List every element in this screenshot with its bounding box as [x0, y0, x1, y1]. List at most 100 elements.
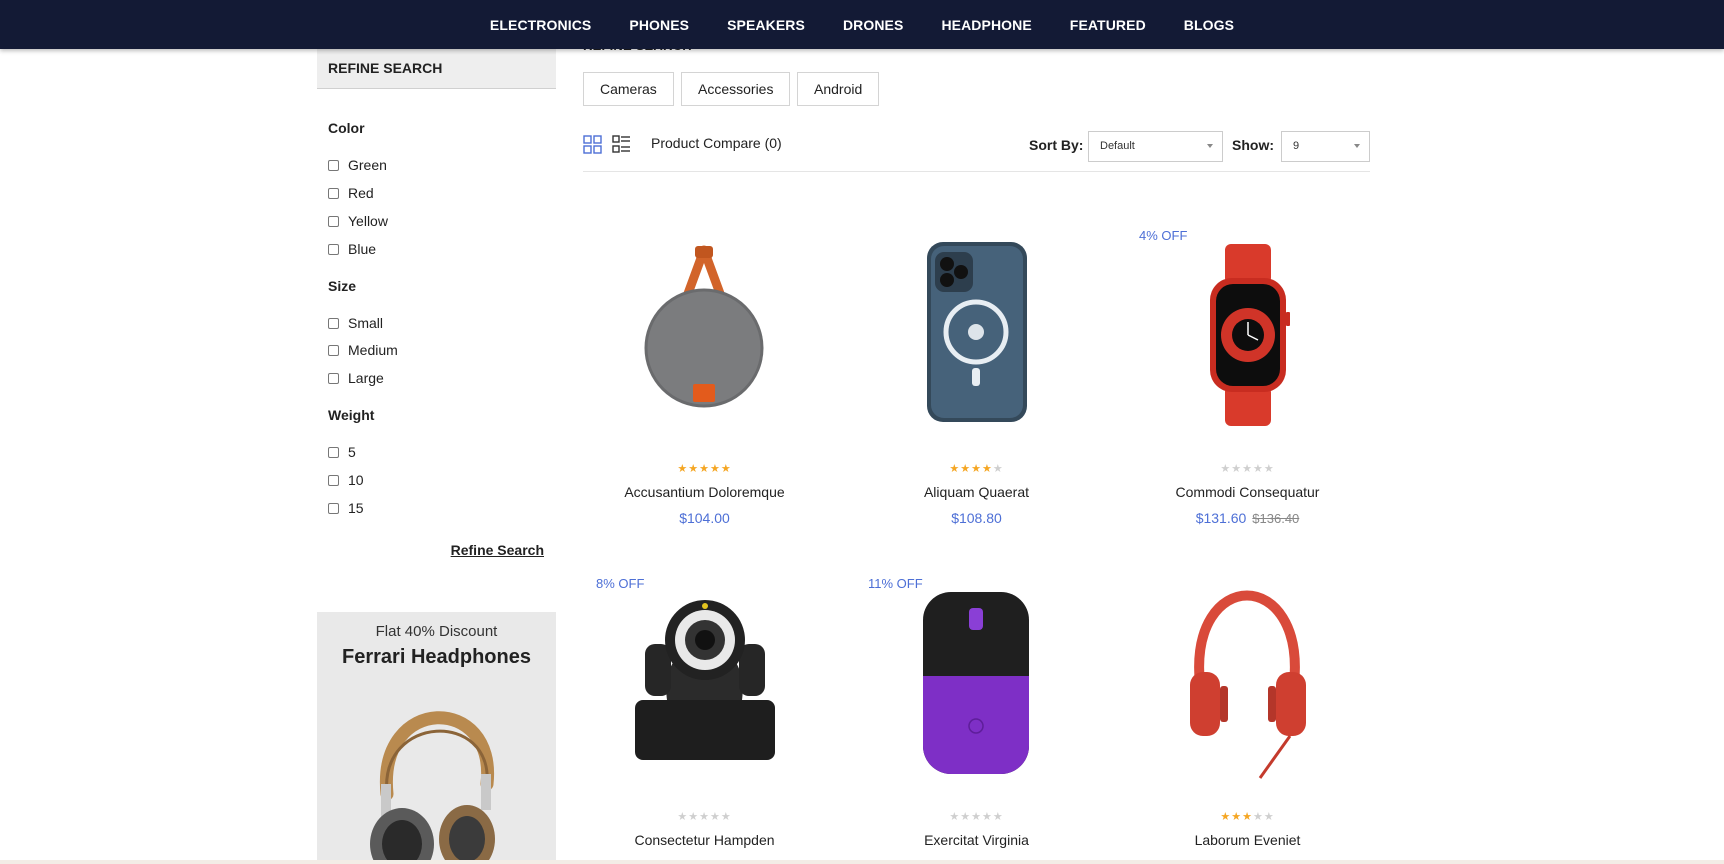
star-icon: ★ [981, 811, 993, 823]
watch-icon [1210, 244, 1290, 426]
product-card[interactable]: ★★★★★ Laborum Eveniet [1130, 566, 1365, 856]
checkbox[interactable] [328, 159, 339, 171]
list-view-icon[interactable] [612, 135, 631, 154]
nav-electronics[interactable]: ELECTRONICS [490, 17, 591, 33]
star-icon: ★ [1263, 811, 1275, 823]
filter-title-size: Size [328, 278, 357, 294]
product-price: $104.00 [587, 510, 822, 526]
product-image[interactable] [1130, 566, 1365, 801]
star-icon: ★ [699, 463, 710, 475]
category-cameras[interactable]: Cameras [583, 72, 674, 106]
mouse-icon [923, 592, 1029, 774]
product-name[interactable]: Commodi Consequatur [1130, 484, 1365, 500]
product-image[interactable] [587, 566, 822, 801]
sort-label: Sort By: [1029, 137, 1084, 153]
product-rating: ★★★★★ [1130, 462, 1365, 475]
filter-size-medium[interactable]: Medium [328, 342, 398, 358]
filter-size-large[interactable]: Large [328, 370, 384, 386]
filter-label: Small [348, 315, 384, 331]
chevron-down-icon [1354, 144, 1360, 148]
star-icon: ★ [949, 811, 961, 823]
star-icon: ★ [699, 811, 710, 823]
sort-select[interactable]: Default [1088, 131, 1223, 162]
checkbox[interactable] [328, 187, 339, 199]
show-select[interactable]: 9 [1281, 131, 1370, 162]
checkbox[interactable] [328, 317, 339, 329]
star-icon: ★ [677, 811, 689, 823]
star-icon: ★ [992, 463, 1004, 475]
star-icon: ★ [1231, 811, 1243, 823]
product-price: $131.60 $136.40 [1130, 510, 1365, 526]
discount-badge: 4% OFF [1139, 228, 1188, 243]
filter-size-small[interactable]: Small [328, 315, 383, 331]
star-icon: ★ [1220, 463, 1232, 475]
nav-featured[interactable]: FEATURED [1070, 17, 1146, 33]
checkbox[interactable] [328, 502, 339, 514]
filter-label: 15 [348, 500, 364, 516]
filter-weight-15[interactable]: 15 [328, 500, 364, 516]
filter-color-yellow[interactable]: Yellow [328, 213, 388, 229]
product-name[interactable]: Laborum Eveniet [1130, 832, 1365, 848]
filter-label: Medium [348, 342, 398, 358]
product-compare-link[interactable]: Product Compare (0) [651, 135, 782, 151]
nav-drones[interactable]: DRONES [843, 17, 904, 33]
product-card[interactable]: 8% OFF ★★★★★ Consectetur Hampden [587, 566, 822, 856]
product-image[interactable] [859, 218, 1094, 453]
filter-color-green[interactable]: Green [328, 157, 387, 173]
product-price: $108.80 [859, 510, 1094, 526]
checkbox[interactable] [328, 344, 339, 356]
product-image[interactable] [859, 566, 1094, 801]
grid-view-icon[interactable] [583, 135, 602, 154]
filter-color-red[interactable]: Red [328, 185, 374, 201]
checkbox[interactable] [328, 474, 339, 486]
nav-speakers[interactable]: SPEAKERS [727, 17, 805, 33]
refine-search-link[interactable]: Refine Search [451, 542, 544, 558]
toolbar-divider [583, 171, 1370, 172]
checkbox[interactable] [328, 215, 339, 227]
show-label: Show: [1232, 137, 1274, 153]
filter-title-weight: Weight [328, 407, 375, 423]
star-icon: ★ [960, 811, 972, 823]
product-name[interactable]: Accusantium Doloremque [587, 484, 822, 500]
headphones-image [370, 711, 495, 864]
star-icon: ★ [971, 463, 982, 475]
product-image[interactable] [1130, 218, 1365, 453]
product-card[interactable]: ★★★★★ Accusantium Doloremque $104.00 [587, 218, 822, 538]
product-card[interactable]: 11% OFF ★★★★★ Exercitat Virginia [859, 566, 1094, 856]
product-name[interactable]: Aliquam Quaerat [859, 484, 1094, 500]
filter-weight-5[interactable]: 5 [328, 444, 356, 460]
nav-blogs[interactable]: BLOGS [1184, 17, 1234, 33]
product-card[interactable]: 4% OFF ★★★★★ Commodi Consequatur $131.60… [1130, 218, 1365, 538]
nav-phones[interactable]: PHONES [629, 17, 689, 33]
checkbox[interactable] [328, 446, 339, 458]
star-icon: ★ [709, 811, 721, 823]
nav-headphone[interactable]: HEADPHONE [941, 17, 1031, 33]
filter-weight-10[interactable]: 10 [328, 472, 364, 488]
category-accessories[interactable]: Accessories [681, 72, 791, 106]
promo-banner[interactable]: Flat 40% Discount Ferrari Headphones [317, 612, 556, 864]
filter-color-blue[interactable]: Blue [328, 241, 376, 257]
promo-title: Ferrari Headphones [342, 646, 531, 668]
star-icon: ★ [971, 811, 982, 823]
top-navigation: ELECTRONICS PHONES SPEAKERS DRONES HEADP… [0, 0, 1724, 49]
product-card[interactable]: ★★★★★ Aliquam Quaerat $108.80 [859, 218, 1094, 538]
product-name[interactable]: Consectetur Hampden [587, 832, 822, 848]
show-value: 9 [1293, 140, 1300, 152]
product-image[interactable] [587, 218, 822, 453]
filter-label: 5 [348, 444, 356, 460]
discount-badge: 11% OFF [868, 576, 923, 591]
sort-value: Default [1100, 140, 1135, 152]
checkbox[interactable] [328, 372, 339, 384]
discount-badge: 8% OFF [596, 576, 645, 591]
price-current: $104.00 [679, 510, 730, 526]
star-icon: ★ [709, 463, 721, 475]
filter-label: Green [348, 157, 387, 173]
star-icon: ★ [1242, 463, 1253, 475]
price-old: $136.40 [1252, 511, 1300, 526]
camera-icon [635, 600, 775, 760]
category-android[interactable]: Android [797, 72, 880, 106]
product-name[interactable]: Exercitat Virginia [859, 832, 1094, 848]
checkbox[interactable] [328, 243, 339, 255]
star-icon: ★ [992, 811, 1004, 823]
price-current: $131.60 [1195, 510, 1247, 526]
